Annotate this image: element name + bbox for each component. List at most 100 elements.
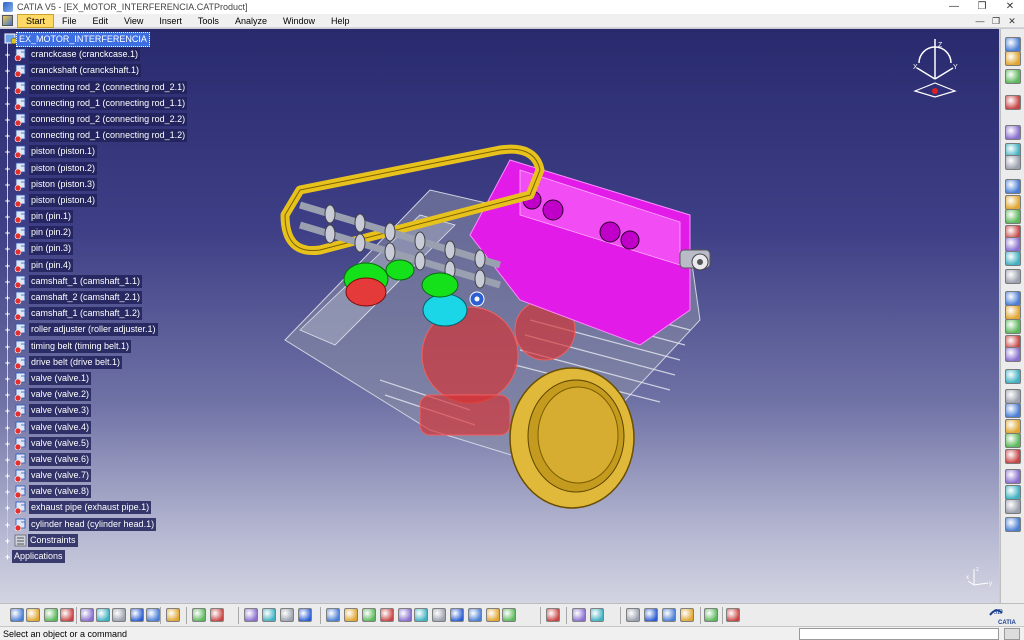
expand-icon[interactable]: + [4, 310, 11, 319]
fix-together-icon[interactable] [1005, 305, 1021, 320]
annotation-icon[interactable] [1005, 433, 1021, 448]
3d-viewport[interactable]: EX_MOTOR_INTERFERENCIA + cranckcase (cran… [0, 29, 999, 603]
menu-analyze[interactable]: Analyze [227, 14, 275, 28]
cut-icon[interactable] [80, 608, 94, 622]
menu-help[interactable]: Help [323, 14, 358, 28]
iso-view-icon[interactable] [450, 608, 464, 622]
restore-button[interactable]: ❐ [968, 0, 996, 14]
expand-icon[interactable]: + [4, 520, 11, 529]
tree-node-part[interactable]: + drive belt (drive belt.1) [2, 355, 202, 371]
tree-node-part[interactable]: + valve (valve.3) [2, 403, 202, 419]
minimize-button[interactable]: — [940, 0, 968, 14]
tree-node-part[interactable]: + pin (pin.4) [2, 258, 202, 274]
expand-icon[interactable]: + [4, 196, 11, 205]
zoom-out-icon[interactable] [414, 608, 428, 622]
table-icon[interactable] [244, 608, 258, 622]
search-icon[interactable] [626, 608, 640, 622]
tree-node-part[interactable]: + piston (piston.1) [2, 144, 202, 160]
expand-icon[interactable]: + [4, 553, 11, 562]
expand-icon[interactable]: + [4, 180, 11, 189]
constraints-icon[interactable] [1005, 209, 1021, 224]
expand-icon[interactable]: + [4, 536, 11, 545]
tree-node-part[interactable]: + camshaft_2 (camshaft_2.1) [2, 290, 202, 306]
expand-icon[interactable]: + [4, 472, 11, 481]
expand-icon[interactable]: + [4, 99, 11, 108]
expand-icon[interactable]: + [4, 132, 11, 141]
offset-icon[interactable] [1005, 251, 1021, 266]
tree-part-label[interactable]: timing belt (timing belt.1) [29, 339, 132, 353]
expand-icon[interactable]: + [4, 115, 11, 124]
fly-mode-icon[interactable] [326, 608, 340, 622]
doc-minimize-button[interactable]: — [972, 14, 988, 28]
normal-view-icon[interactable] [432, 608, 446, 622]
enhanced-scene-icon[interactable] [1005, 499, 1021, 514]
undo-icon[interactable] [130, 608, 144, 622]
macro-icon[interactable] [298, 608, 312, 622]
expand-icon[interactable]: + [4, 391, 11, 400]
space-analysis-icon[interactable] [1005, 369, 1021, 384]
camera-icon[interactable] [546, 608, 560, 622]
tree-part-label[interactable]: piston (piston.3) [29, 177, 98, 191]
tree-node-part[interactable]: + cranckcase (cranckcase.1) [2, 47, 202, 63]
flag-note-icon[interactable] [1005, 469, 1021, 484]
reuse-pattern-icon[interactable] [1005, 347, 1021, 362]
tree-node-part[interactable]: + pin (pin.2) [2, 225, 202, 241]
print-icon[interactable] [60, 608, 74, 622]
formula-icon[interactable] [192, 608, 206, 622]
tree-node-part[interactable]: + camshaft_1 (camshaft_1.1) [2, 274, 202, 290]
tree-part-label[interactable]: connecting rod_1 (connecting rod_1.2) [29, 129, 188, 143]
expand-icon[interactable]: + [4, 229, 11, 238]
tree-part-label[interactable]: valve (valve.5) [29, 436, 92, 450]
tree-part-label[interactable]: camshaft_1 (camshaft_1.1) [29, 274, 143, 288]
compass-icon[interactable] [572, 608, 586, 622]
expand-icon[interactable]: + [4, 261, 11, 270]
quick-constraint-icon[interactable] [1005, 319, 1021, 334]
redo-icon[interactable] [146, 608, 160, 622]
tree-node-applications[interactable]: + Applications [2, 549, 202, 565]
copy-icon[interactable] [96, 608, 110, 622]
tree-node-part[interactable]: + cylinder head (cylinder head.1) [2, 517, 202, 533]
pan-icon[interactable] [362, 608, 376, 622]
expand-icon[interactable]: + [4, 423, 11, 432]
hide-show-icon[interactable] [486, 608, 500, 622]
command-input[interactable] [799, 628, 999, 640]
menu-edit[interactable]: Edit [85, 14, 117, 28]
contact-icon[interactable] [1005, 237, 1021, 252]
measure-icon[interactable] [590, 608, 604, 622]
expand-icon[interactable]: + [4, 488, 11, 497]
tree-root-node[interactable]: EX_MOTOR_INTERFERENCIA [2, 31, 202, 47]
existing-component-icon[interactable] [1005, 69, 1021, 84]
expand-icon[interactable]: + [4, 213, 11, 222]
snap-icon[interactable] [1005, 179, 1021, 194]
tree-part-label[interactable]: cranckcase (cranckcase.1) [29, 48, 141, 62]
expand-icon[interactable]: + [4, 164, 11, 173]
angle-icon[interactable] [1005, 269, 1021, 284]
expand-icon[interactable]: + [4, 439, 11, 448]
tree-node-part[interactable]: + valve (valve.2) [2, 387, 202, 403]
product-structure-icon[interactable] [1005, 37, 1021, 52]
doc-close-button[interactable]: ✕ [1004, 14, 1020, 28]
drive-belt-part[interactable] [509, 367, 635, 509]
tree-part-label[interactable]: connecting rod_1 (connecting rod_1.1) [29, 96, 188, 110]
menu-start[interactable]: Start [17, 13, 55, 28]
tree-part-label[interactable]: valve (valve.6) [29, 452, 92, 466]
close-button[interactable]: ✕ [996, 0, 1024, 14]
tree-node-part[interactable]: + valve (valve.7) [2, 468, 202, 484]
expand-icon[interactable]: + [4, 374, 11, 383]
tree-label-constraints[interactable]: Constraints [28, 533, 78, 547]
swap-visible-icon[interactable] [502, 608, 516, 622]
tree-node-part[interactable]: + valve (valve.6) [2, 452, 202, 468]
sectioning-icon[interactable] [662, 608, 676, 622]
tree-node-part[interactable]: + piston (piston.3) [2, 177, 202, 193]
catalog-icon[interactable] [262, 608, 276, 622]
tree-label-applications[interactable]: Applications [12, 550, 65, 563]
tree-part-label[interactable]: piston (piston.1) [29, 145, 98, 159]
tree-node-part[interactable]: + timing belt (timing belt.1) [2, 339, 202, 355]
tree-part-label[interactable]: cranckshaft (cranckshaft.1) [29, 64, 142, 78]
explode-icon[interactable] [1005, 195, 1021, 210]
view-mode-icon[interactable] [468, 608, 482, 622]
menu-insert[interactable]: Insert [151, 14, 190, 28]
fix-icon[interactable] [1005, 291, 1021, 306]
expand-icon[interactable]: + [4, 51, 11, 60]
menu-file[interactable]: File [54, 14, 85, 28]
